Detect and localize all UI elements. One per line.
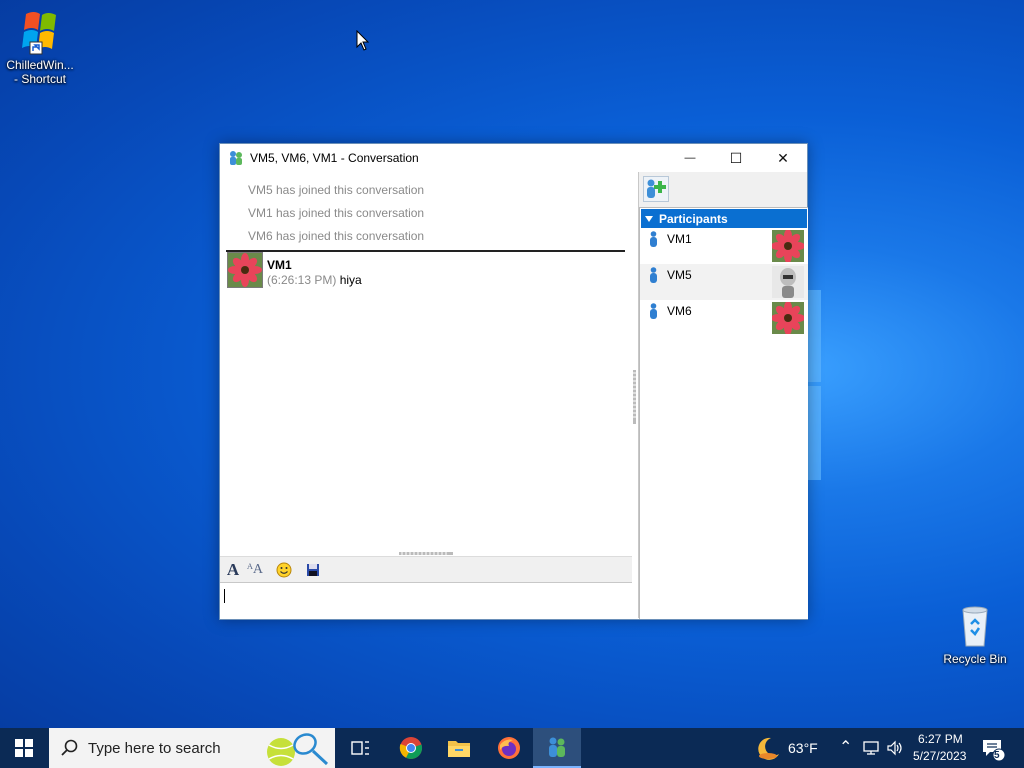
desktop-icon-label: ChilledWin... bbox=[6, 58, 74, 72]
user-status-icon bbox=[650, 267, 657, 283]
task-view-button[interactable] bbox=[336, 728, 384, 768]
windows-start-icon bbox=[15, 739, 33, 757]
participant-name: VM5 bbox=[667, 268, 692, 282]
add-participant-button[interactable] bbox=[643, 176, 669, 202]
desktop-icon-label: Recycle Bin bbox=[943, 652, 1007, 666]
history-divider bbox=[226, 250, 625, 252]
add-participant-icon bbox=[647, 179, 666, 198]
participant-item-vm1[interactable]: VM1 bbox=[640, 228, 808, 264]
participants-header[interactable]: Participants bbox=[641, 209, 807, 228]
taskbar-firefox[interactable] bbox=[485, 728, 533, 768]
message-input[interactable] bbox=[220, 582, 632, 619]
font-button[interactable]: A bbox=[223, 560, 243, 580]
desktop-icon-recycle-bin[interactable]: Recycle Bin bbox=[935, 602, 1015, 666]
app-people-icon bbox=[230, 151, 242, 165]
user-status-icon bbox=[650, 231, 657, 247]
recycle-bin-icon bbox=[951, 602, 999, 650]
desktop-icon-label: - Shortcut bbox=[13, 72, 67, 86]
window-titlebar[interactable]: VM5, VM6, VM1 - Conversation — ☐ ✕ bbox=[220, 144, 807, 172]
weather-temperature[interactable]: 63°F bbox=[788, 740, 818, 756]
save-button[interactable] bbox=[303, 560, 323, 580]
tennis-search-highlight-icon bbox=[267, 733, 329, 766]
close-button[interactable]: ✕ bbox=[760, 144, 806, 172]
chevron-up-icon[interactable]: ⌃ bbox=[839, 737, 852, 757]
taskbar-messenger-active[interactable] bbox=[533, 728, 581, 768]
taskbar-search-box[interactable]: Type here to search bbox=[49, 728, 335, 768]
weather-moon-icon bbox=[758, 737, 779, 760]
firefox-icon bbox=[498, 737, 520, 759]
text-color-icon: ᴬA bbox=[246, 562, 264, 577]
system-message: VM6 has joined this conversation bbox=[248, 229, 425, 243]
network-icon[interactable] bbox=[862, 740, 880, 756]
message-line: (6:26:13 PM) hiya bbox=[267, 273, 362, 287]
volume-icon[interactable] bbox=[886, 740, 904, 756]
user-status-icon bbox=[650, 303, 657, 319]
font-icon: A bbox=[226, 560, 240, 579]
windows-flag-icon bbox=[16, 8, 64, 56]
message-text: hiya bbox=[339, 273, 362, 287]
taskbar-chrome[interactable] bbox=[387, 728, 435, 768]
participant-name: VM1 bbox=[667, 232, 692, 246]
participant-avatar-robot bbox=[772, 266, 804, 298]
close-icon: ✕ bbox=[777, 149, 789, 166]
folder-icon bbox=[448, 741, 470, 757]
minimize-button[interactable]: — bbox=[667, 144, 713, 172]
participants-list[interactable]: Participants VM1 VM5 VM6 bbox=[639, 207, 808, 619]
minimize-icon: — bbox=[684, 152, 696, 164]
maximize-icon: ☐ bbox=[729, 149, 743, 166]
participant-avatar-flower bbox=[772, 230, 804, 262]
emoticon-button[interactable] bbox=[274, 560, 294, 580]
conversation-history[interactable]: VM5 has joined this conversation VM1 has… bbox=[220, 172, 634, 552]
start-button[interactable] bbox=[0, 728, 48, 768]
save-icon bbox=[307, 564, 319, 576]
message-sender: VM1 bbox=[267, 258, 292, 272]
messenger-people-icon bbox=[549, 737, 565, 757]
maximize-button[interactable]: ☐ bbox=[713, 144, 759, 172]
notification-center-icon[interactable] bbox=[980, 736, 1006, 762]
notification-count-badge: 5 bbox=[994, 750, 1000, 761]
participant-avatar-flower bbox=[772, 302, 804, 334]
clock-date[interactable]: 5/27/2023 bbox=[913, 749, 966, 763]
participant-item-vm6[interactable]: VM6 bbox=[640, 300, 808, 336]
chrome-icon bbox=[399, 737, 423, 759]
sender-avatar-flower bbox=[227, 252, 263, 288]
system-message: VM5 has joined this conversation bbox=[248, 183, 425, 197]
message-timestamp: (6:26:13 PM) bbox=[267, 273, 337, 287]
system-message: VM1 has joined this conversation bbox=[248, 206, 425, 220]
format-toolbar: A ᴬA bbox=[220, 556, 632, 583]
text-caret bbox=[224, 589, 225, 603]
task-view-icon bbox=[351, 741, 369, 755]
clock-time[interactable]: 6:27 PM bbox=[918, 732, 963, 746]
participants-panel: Participants VM1 VM5 VM6 bbox=[638, 172, 808, 619]
participants-header-label: Participants bbox=[659, 211, 728, 226]
collapse-triangle-icon bbox=[645, 215, 653, 222]
emoticon-icon bbox=[276, 562, 292, 578]
mouse-cursor-icon bbox=[356, 30, 370, 51]
search-placeholder: Type here to search bbox=[88, 740, 221, 757]
participant-name: VM6 bbox=[667, 304, 692, 318]
taskbar-file-explorer[interactable] bbox=[435, 728, 483, 768]
search-icon bbox=[61, 739, 78, 756]
taskbar: Type here to search 63°F ⌃ 6:27 PM 5/27/… bbox=[0, 728, 1024, 768]
conversation-window[interactable]: VM5, VM6, VM1 - Conversation — ☐ ✕ VM5 h… bbox=[219, 143, 808, 620]
text-color-button[interactable]: ᴬA bbox=[245, 560, 265, 580]
window-title: VM5, VM6, VM1 - Conversation bbox=[250, 151, 419, 165]
participant-item-vm5[interactable]: VM5 bbox=[640, 264, 808, 300]
desktop-icon-chilledwin-shortcut[interactable]: ChilledWin... - Shortcut bbox=[0, 8, 80, 86]
vertical-splitter-grip[interactable] bbox=[632, 370, 637, 424]
